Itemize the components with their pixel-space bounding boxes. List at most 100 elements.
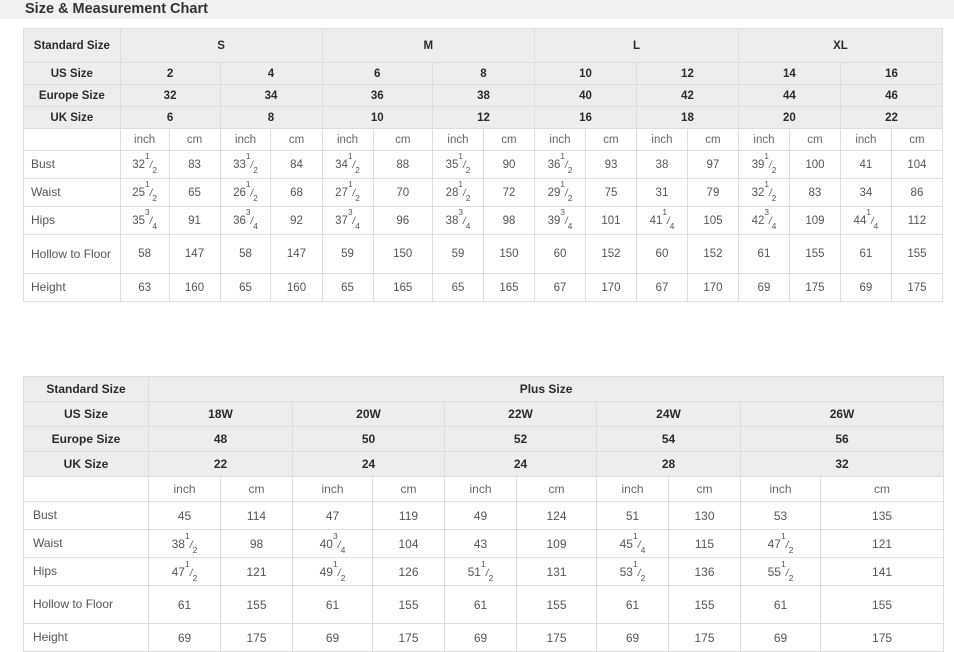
cell-us-size: 22W (444, 401, 597, 427)
cell-hollow-to-floor: 155 (516, 585, 597, 624)
unit-header-inch: inch (321, 128, 374, 151)
cell-uk-size: 32 (739, 451, 945, 477)
cell-height: 175 (668, 623, 741, 652)
table-row-waist: Waist 251/2 65 261/2 68 271/2 70 281/2 72 291/2 75… (23, 178, 944, 207)
cell-bust: 83 (168, 150, 221, 179)
cell-hips: 363/4 (219, 206, 272, 235)
cell-waist: 261/2 (219, 178, 272, 207)
row-label-europe-size: Europe Size (23, 84, 121, 107)
cell-uk-size: 22 (839, 106, 944, 129)
cell-uk-size: 18 (635, 106, 739, 129)
unit-header-cm: cm (584, 128, 637, 151)
cell-bust: 93 (584, 150, 637, 179)
unit-row-corner (23, 128, 121, 151)
cell-europe-size: 52 (444, 426, 597, 452)
cell-hips: 511/2 (444, 557, 517, 586)
unit-header-cm: cm (372, 476, 445, 502)
cell-hollow-to-floor: 58 (119, 234, 170, 274)
cell-europe-size: 50 (292, 426, 445, 452)
cell-height: 175 (220, 623, 293, 652)
row-label-bust: Bust (23, 150, 121, 179)
cell-hips: 136 (668, 557, 741, 586)
cell-europe-size: 34 (219, 84, 323, 107)
unit-header-cm: cm (482, 128, 535, 151)
cell-waist: 291/2 (533, 178, 586, 207)
unit-header-cm: cm (372, 128, 433, 151)
cell-waist: 471/2 (740, 529, 821, 558)
cell-height: 69 (292, 623, 373, 652)
cell-waist: 115 (668, 529, 741, 558)
cell-height: 65 (219, 273, 272, 302)
row-label-hollow-to-floor: Hollow to Floor (23, 234, 121, 274)
unit-row-corner (23, 476, 149, 502)
unit-header-cm: cm (686, 128, 739, 151)
cell-height: 65 (321, 273, 374, 302)
cell-height: 69 (839, 273, 892, 302)
group-header-plus-size: Plus Size (147, 376, 945, 402)
cell-hips: 101 (584, 206, 637, 235)
cell-hips: 126 (372, 557, 445, 586)
cell-height: 69 (596, 623, 669, 652)
row-label-waist: Waist (23, 529, 149, 558)
cell-hips: 491/2 (292, 557, 373, 586)
cell-bust: 104 (890, 150, 944, 179)
cell-hollow-to-floor: 147 (270, 234, 323, 274)
cell-us-size: 26W (739, 401, 945, 427)
table-row-europe-size: Europe Size 32 34 36 38 40 42 44 46 (23, 84, 944, 107)
cell-hollow-to-floor: 152 (584, 234, 637, 274)
cell-bust: 351/2 (431, 150, 484, 179)
table-row-hollow-to-floor: Hollow to Floor 61 155 61 155 61 155 61 155 61 155 (23, 585, 945, 624)
cell-waist: 121 (819, 529, 945, 558)
table-row-height: Height 63 160 65 160 65 165 65 165 67 170 67 170 69 17… (23, 273, 944, 302)
cell-hollow-to-floor: 61 (292, 585, 373, 624)
cell-height: 165 (372, 273, 433, 302)
cell-hips: 141 (819, 557, 945, 586)
corner-label-standard-size: Standard Size (23, 376, 149, 402)
cell-us-size: 20W (292, 401, 445, 427)
row-label-uk-size: UK Size (23, 451, 149, 477)
unit-header-inch: inch (292, 476, 373, 502)
cell-hollow-to-floor: 155 (788, 234, 841, 274)
table-row-waist: Waist 381/2 98 403/4 104 43 109 451/4 115 471/2 12… (23, 529, 945, 558)
cell-bust: 391/2 (737, 150, 790, 179)
row-label-height: Height (23, 273, 121, 302)
cell-hollow-to-floor: 150 (482, 234, 535, 274)
cell-waist: 271/2 (321, 178, 374, 207)
group-header-xl: XL (737, 28, 944, 63)
cell-waist: 381/2 (148, 529, 221, 558)
cell-hips: 373/4 (321, 206, 374, 235)
standard-size-table: Standard Size S M L XL US Size 2 4 6 8 10 12 14 16 Eur… (23, 28, 944, 302)
cell-hips: 353/4 (119, 206, 170, 235)
cell-bust: 135 (819, 501, 945, 530)
cell-waist: 83 (788, 178, 841, 207)
table-row-hips: Hips 353/4 91 363/4 92 373/4 96 383/4 98 393/4 101… (23, 206, 944, 235)
cell-uk-size: 22 (148, 451, 293, 477)
cell-hollow-to-floor: 155 (220, 585, 293, 624)
cell-bust: 49 (444, 501, 517, 530)
cell-hollow-to-floor: 155 (819, 585, 945, 624)
cell-hips: 383/4 (431, 206, 484, 235)
cell-bust: 361/2 (533, 150, 586, 179)
cell-us-size: 18W (148, 401, 293, 427)
cell-waist: 281/2 (431, 178, 484, 207)
plus-size-table: Standard Size Plus Size US Size 18W 20W 22W 24… (23, 376, 945, 652)
cell-height: 160 (168, 273, 221, 302)
cell-waist: 403/4 (292, 529, 373, 558)
cell-waist: 86 (890, 178, 944, 207)
unit-header-cm: cm (220, 476, 293, 502)
unit-header-cm: cm (819, 476, 945, 502)
table-row-bust: Bust 321/2 83 331/2 84 341/2 88 351/2 90 361/2 93 3… (23, 150, 944, 179)
row-label-hips: Hips (23, 557, 149, 586)
unit-header-cm: cm (168, 128, 221, 151)
table-row-us-size: US Size 2 4 6 8 10 12 14 16 (23, 62, 944, 85)
page-title-bar: Size & Measurement Chart (0, 0, 954, 19)
cell-us-size: 4 (219, 62, 323, 85)
cell-hips: 551/2 (740, 557, 821, 586)
unit-header-inch: inch (635, 128, 688, 151)
cell-uk-size: 24 (444, 451, 597, 477)
cell-bust: 90 (482, 150, 535, 179)
cell-hollow-to-floor: 61 (444, 585, 517, 624)
table-row-group-header: Standard Size Plus Size (23, 376, 945, 402)
row-label-us-size: US Size (23, 401, 149, 427)
cell-waist: 98 (220, 529, 293, 558)
